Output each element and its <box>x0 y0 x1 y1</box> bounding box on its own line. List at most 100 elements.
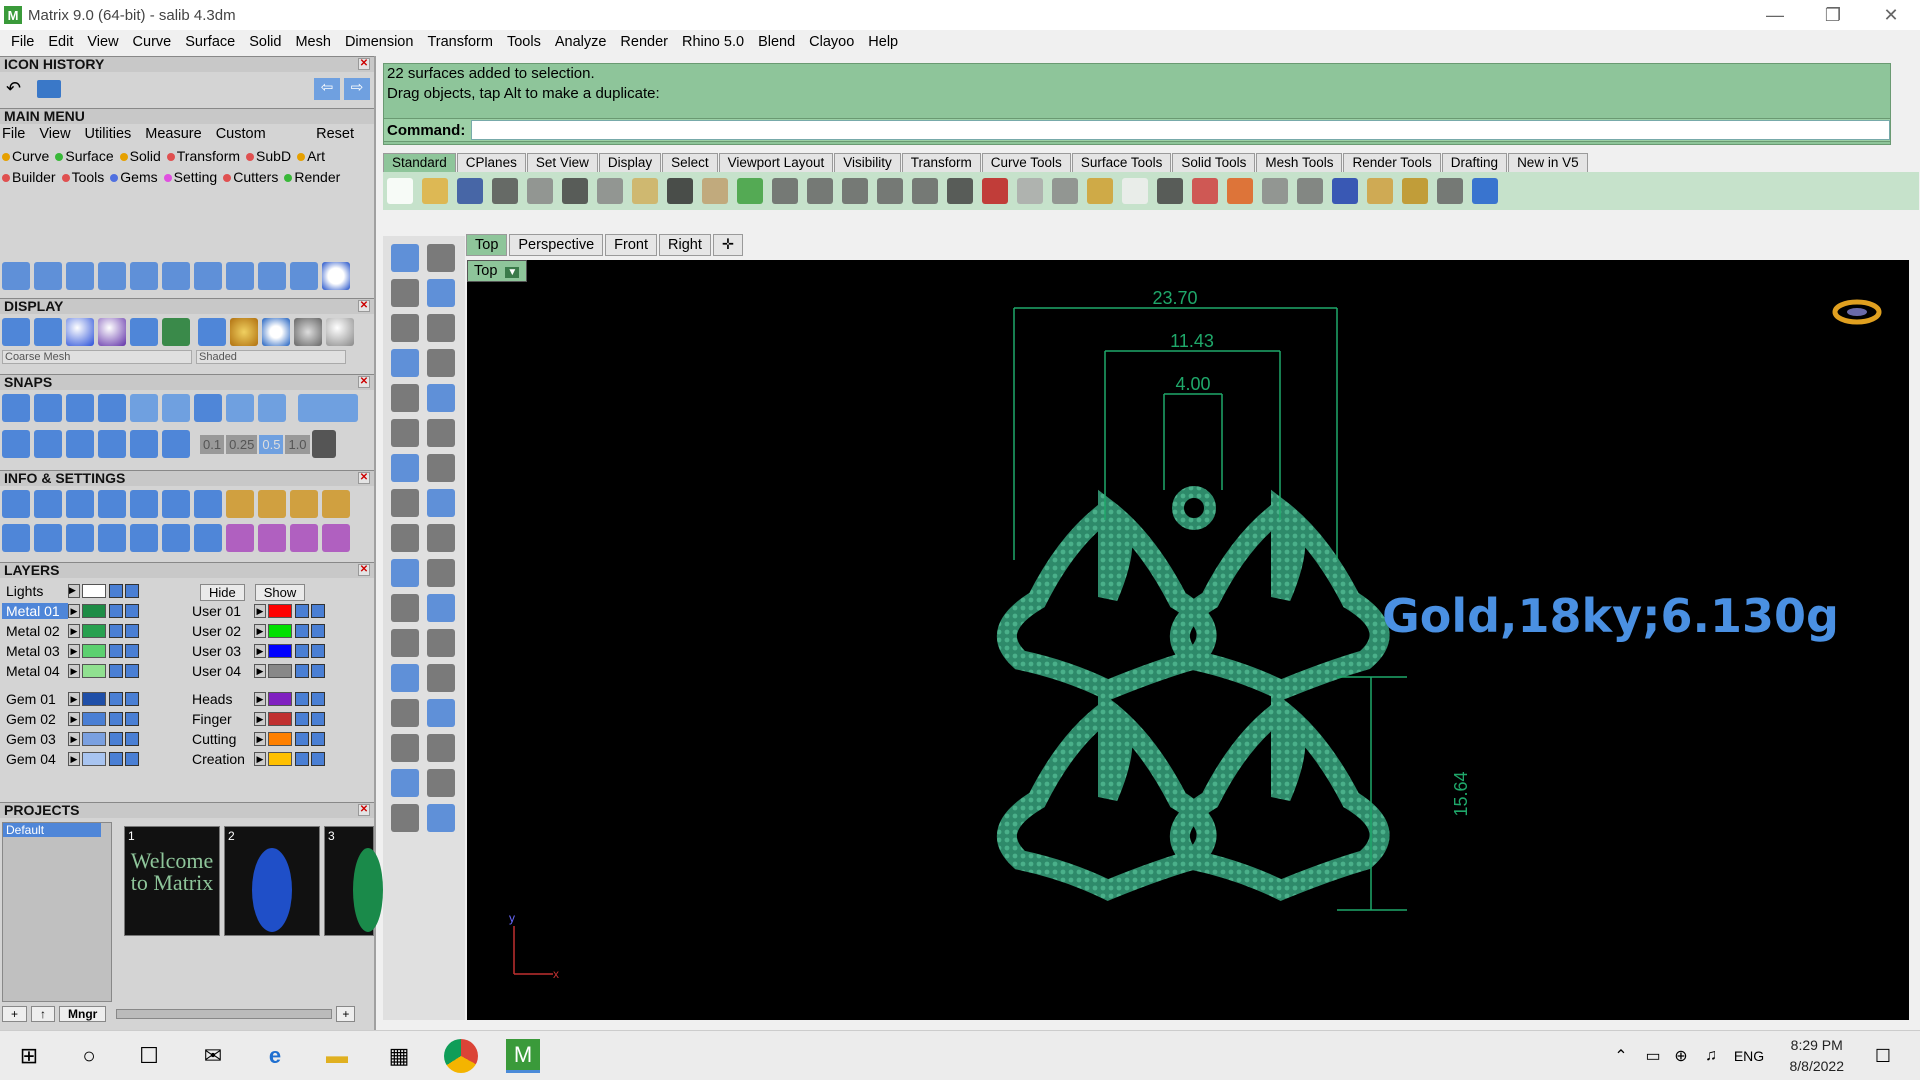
lock-icon[interactable] <box>109 664 123 678</box>
tab-set-view[interactable]: Set View <box>526 153 598 172</box>
flag-icon[interactable] <box>1367 178 1393 204</box>
close-icon[interactable]: ✕ <box>358 58 370 70</box>
new-file-icon[interactable] <box>387 178 413 204</box>
monitor-icon[interactable] <box>34 524 62 552</box>
display-mode-icon[interactable] <box>130 318 158 346</box>
tab-transform[interactable]: Transform <box>901 153 981 172</box>
chevron-down-icon[interactable]: ▼ <box>505 267 520 278</box>
array-icon[interactable] <box>427 524 455 552</box>
expand-icon[interactable]: ▶ <box>254 664 266 678</box>
arc-icon[interactable] <box>34 262 62 290</box>
layer-finger[interactable]: Finger ▶ <box>188 710 326 728</box>
close-icon[interactable]: ✕ <box>358 300 370 312</box>
menu-view[interactable]: View <box>80 34 125 50</box>
layer-cutting[interactable]: Cutting ▶ <box>188 730 326 748</box>
shading-mode-select[interactable]: Shaded <box>196 350 346 364</box>
layer-color-swatch[interactable] <box>82 752 106 766</box>
wireframe-icon[interactable] <box>2 318 30 346</box>
cursor-snap-icon[interactable] <box>162 430 190 458</box>
cutter-icon[interactable] <box>427 804 455 832</box>
layer-color-swatch[interactable] <box>82 712 106 726</box>
planar-icon[interactable] <box>2 430 30 458</box>
lock-icon[interactable] <box>295 692 309 706</box>
light-icon[interactable] <box>34 318 62 346</box>
save-icon[interactable] <box>457 178 483 204</box>
edge-icon[interactable]: e <box>258 1039 292 1073</box>
notifications-icon[interactable]: ☐ <box>1866 1039 1900 1073</box>
fillet-icon[interactable] <box>391 594 419 622</box>
box-icon[interactable] <box>98 524 126 552</box>
snap-grid-icon[interactable] <box>311 430 336 458</box>
windows-start-icon[interactable]: ⊞ <box>12 1039 46 1073</box>
crystal-icon[interactable] <box>194 490 222 518</box>
category-gems[interactable]: Gems <box>110 169 157 185</box>
menu-dimension[interactable]: Dimension <box>338 34 421 50</box>
top-viewport[interactable]: 23.70 11.43 4.00 15.64 Gold,18ky;6.130g … <box>467 260 1909 1020</box>
layer-metal-02[interactable]: Metal 02 ▶ <box>2 622 140 640</box>
close-icon[interactable]: ✕ <box>358 472 370 484</box>
rotate-view-icon[interactable] <box>912 178 938 204</box>
shade-icon[interactable] <box>1262 178 1288 204</box>
layer-color-swatch[interactable] <box>82 624 106 638</box>
visibility-icon[interactable] <box>311 712 325 726</box>
grid-array-icon[interactable] <box>391 734 419 762</box>
grid-display-icon[interactable] <box>162 318 190 346</box>
ghosted-icon[interactable] <box>198 318 226 346</box>
lock-icon[interactable] <box>109 644 123 658</box>
visibility-icon[interactable] <box>311 644 325 658</box>
menu-curve[interactable]: Curve <box>126 34 179 50</box>
animation-icon[interactable] <box>322 490 350 518</box>
help-icon[interactable] <box>1472 178 1498 204</box>
visibility-icon[interactable] <box>125 664 139 678</box>
layer-gem-02[interactable]: Gem 02 ▶ <box>2 710 140 728</box>
ortho-toggle-icon[interactable] <box>298 394 358 422</box>
add-project-icon[interactable]: + <box>2 1006 28 1022</box>
search-icon[interactable] <box>34 490 62 518</box>
chamfer-icon[interactable] <box>427 594 455 622</box>
tab-new-in-v5[interactable]: New in V5 <box>1508 153 1588 172</box>
layer-gem-03[interactable]: Gem 03 ▶ <box>2 730 140 748</box>
category-setting[interactable]: Setting <box>164 169 218 185</box>
layer-heads[interactable]: Heads ▶ <box>188 690 326 708</box>
layer-color-swatch[interactable] <box>268 664 292 678</box>
curve-icon[interactable] <box>66 262 94 290</box>
menu-file[interactable]: File <box>4 34 41 50</box>
main-menu-view[interactable]: View <box>39 126 70 142</box>
zoom-icon[interactable] <box>772 178 798 204</box>
category-subd[interactable]: SubD <box>246 148 291 164</box>
end-snap-icon[interactable] <box>130 394 158 422</box>
view-cube-icon[interactable] <box>1832 299 1882 325</box>
snap-value-0[interactable]: 0.1 <box>200 434 225 454</box>
scripts-icon[interactable] <box>258 524 286 552</box>
visibility-icon[interactable] <box>311 604 325 618</box>
expand-icon[interactable]: ▶ <box>254 692 266 706</box>
menu-rhino5[interactable]: Rhino 5.0 <box>675 34 751 50</box>
filter-icon[interactable] <box>130 524 158 552</box>
tab-render-tools[interactable]: Render Tools <box>1343 153 1441 172</box>
gear-icon[interactable] <box>1402 178 1428 204</box>
manager-button[interactable]: Mngr <box>59 1006 107 1022</box>
layer-color-swatch[interactable] <box>82 664 106 678</box>
history-back-icon[interactable]: ⇦ <box>314 77 340 100</box>
transform-icon[interactable] <box>391 524 419 552</box>
select-points-icon[interactable] <box>1087 178 1113 204</box>
expand-icon[interactable]: ▶ <box>68 604 80 618</box>
rectangle-icon[interactable] <box>427 279 455 307</box>
language-indicator[interactable]: ENG <box>1732 1039 1766 1073</box>
expand-icon[interactable]: ▶ <box>68 644 80 658</box>
category-tools[interactable]: Tools <box>62 169 105 185</box>
lock-icon[interactable] <box>109 732 123 746</box>
lock-icon[interactable] <box>295 604 309 618</box>
tool-builder-icon[interactable] <box>2 262 30 290</box>
category-curve[interactable]: Curve <box>2 148 49 164</box>
up-arrow-icon[interactable]: ↑ <box>31 1006 56 1022</box>
menu-blend[interactable]: Blend <box>751 34 802 50</box>
mail-icon[interactable]: ✉ <box>196 1039 230 1073</box>
visibility-icon[interactable] <box>125 584 139 598</box>
lock-icon[interactable] <box>109 692 123 706</box>
snap-value-2[interactable]: 0.5 <box>259 434 284 454</box>
hide-layers-button[interactable]: Hide <box>200 584 245 601</box>
layer-icon[interactable] <box>1192 178 1218 204</box>
minimize-button[interactable]: — <box>1746 0 1804 30</box>
mesh-icon[interactable] <box>391 699 419 727</box>
